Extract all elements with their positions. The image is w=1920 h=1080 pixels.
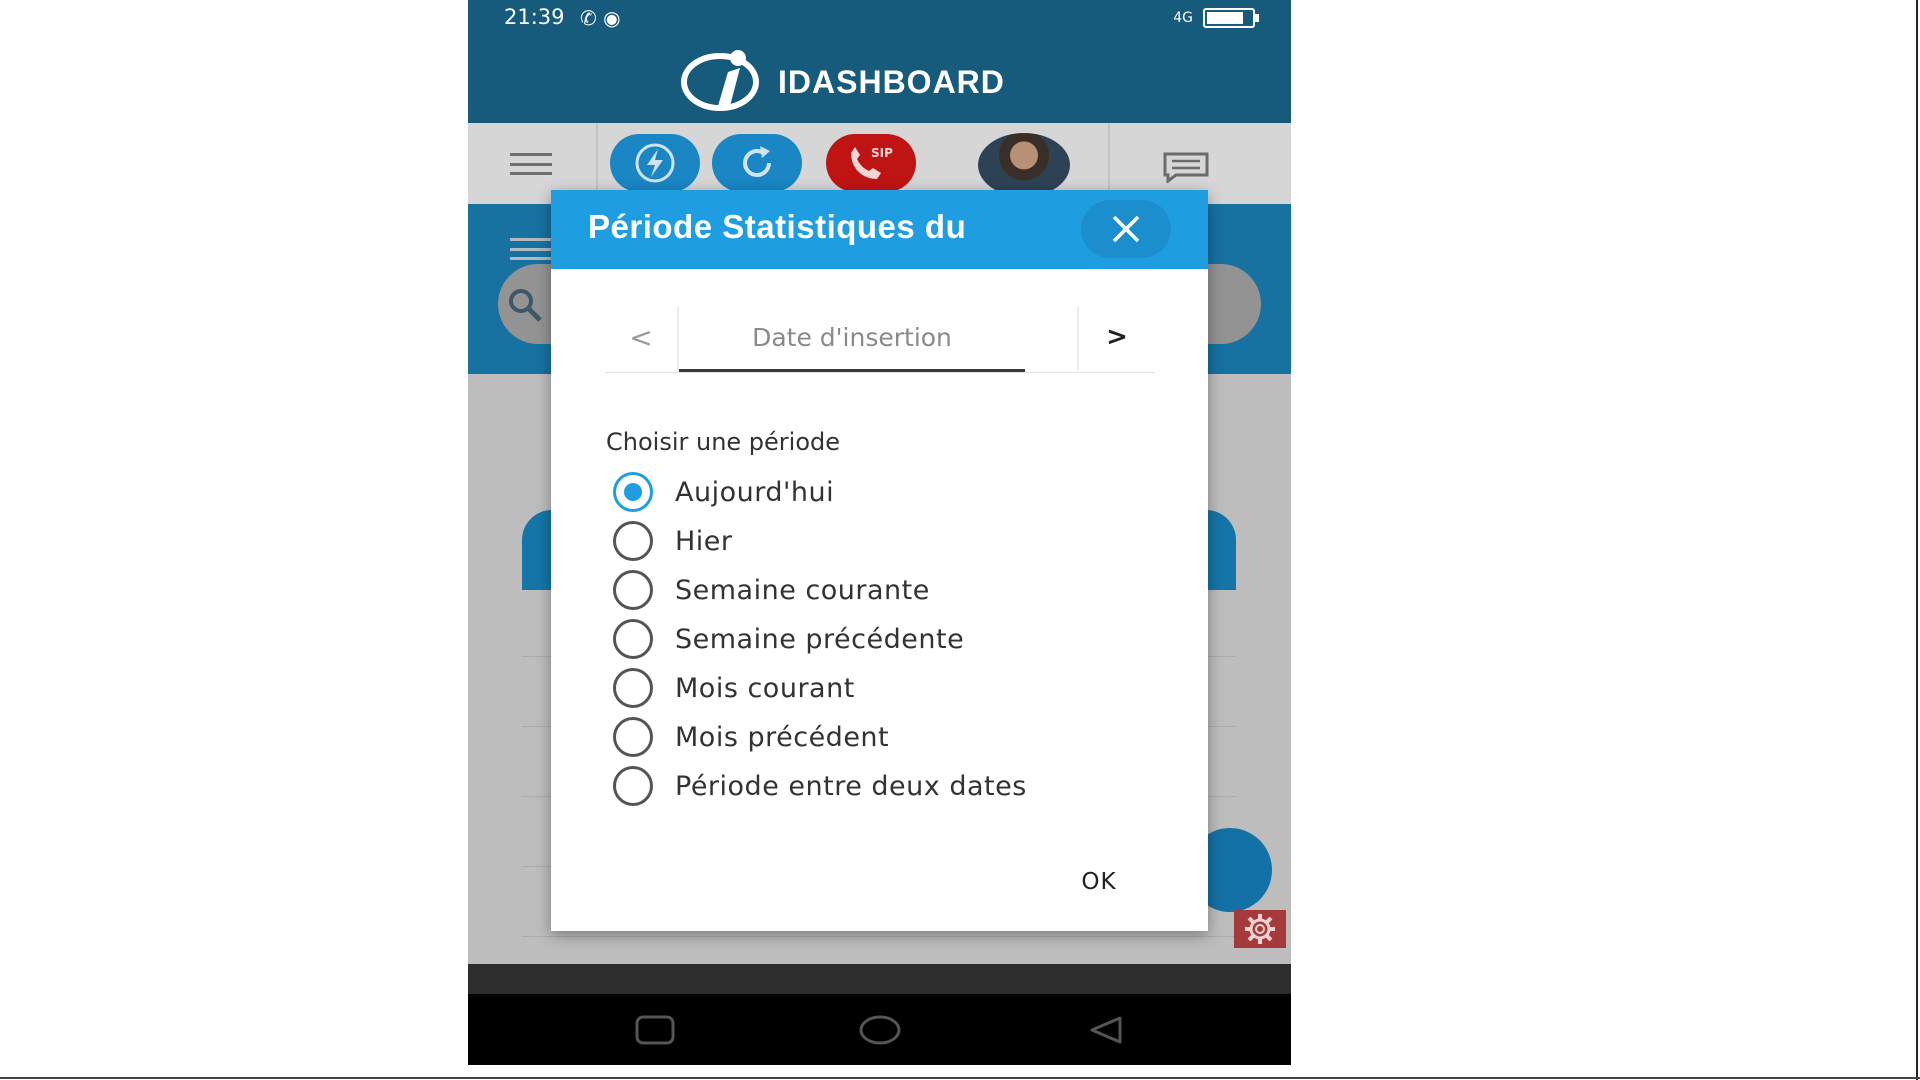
tab-active-indicator (679, 369, 1025, 372)
radio-button[interactable] (613, 717, 653, 757)
option-yesterday[interactable]: Hier (613, 519, 1153, 563)
refresh-icon (743, 146, 771, 177)
radio-button[interactable] (613, 668, 653, 708)
dialog-header: Période Statistiques du (551, 190, 1208, 269)
period-dialog: Période Statistiques du < Date d'inserti… (551, 190, 1208, 931)
option-today[interactable]: Aujourd'hui (613, 470, 1153, 514)
flash-icon (635, 143, 675, 183)
sip-phone-icon: SIP (851, 146, 893, 179)
radio-button[interactable] (613, 521, 653, 561)
logo-icon (681, 50, 759, 111)
gear-icon (1234, 910, 1286, 948)
right-border (1916, 0, 1918, 1080)
app-header: 21:39 ✆ ◉ 4G IDASHBOARD (468, 0, 1291, 123)
status-right: 4G (1173, 8, 1259, 28)
tab-next-button[interactable]: > (1079, 302, 1155, 372)
user-avatar[interactable] (978, 133, 1070, 197)
close-icon (1112, 215, 1140, 243)
period-label: Choisir une période (606, 428, 841, 456)
filter-menu-icon (510, 238, 552, 260)
back-icon[interactable] (1086, 1014, 1126, 1046)
option-label: Période entre deux dates (675, 770, 1027, 802)
option-previous-month[interactable]: Mois précédent (613, 715, 1153, 759)
flash-button[interactable] (610, 134, 700, 192)
option-label: Hier (675, 525, 733, 557)
tab-date-insertion[interactable]: Date d'insertion (679, 302, 1025, 372)
option-previous-week[interactable]: Semaine précédente (613, 617, 1153, 661)
radio-button[interactable] (613, 570, 653, 610)
tab-prev-button[interactable]: < (605, 302, 677, 372)
sip-call-button[interactable]: SIP (826, 134, 916, 192)
system-navigation-bar (468, 994, 1291, 1065)
date-type-tabs: < Date d'insertion > (605, 302, 1155, 373)
option-label: Mois courant (675, 672, 855, 704)
option-label: Semaine courante (675, 574, 930, 606)
radio-button[interactable] (613, 619, 653, 659)
dialog-title: Période Statistiques du (588, 208, 967, 245)
refresh-button[interactable] (712, 134, 802, 192)
sip-label: SIP (871, 146, 893, 160)
close-button[interactable] (1081, 200, 1171, 258)
option-label: Semaine précédente (675, 623, 965, 655)
option-current-month[interactable]: Mois courant (613, 666, 1153, 710)
option-label: Aujourd'hui (675, 476, 835, 508)
brand: IDASHBOARD (678, 48, 1005, 116)
bottom-bar (468, 964, 1291, 994)
battery-icon (1203, 8, 1259, 28)
status-time: 21:39 (504, 5, 565, 29)
recent-apps-icon[interactable] (634, 1014, 676, 1046)
menu-icon[interactable] (510, 153, 552, 175)
phone-screen: 21:39 ✆ ◉ 4G IDASHBOARD SIP Période Stat… (468, 0, 1291, 1065)
bottom-border (0, 1077, 1920, 1079)
brand-name: IDASHBOARD (778, 63, 1005, 100)
search-icon (509, 289, 542, 322)
option-date-range[interactable]: Période entre deux dates (613, 764, 1153, 808)
ok-button[interactable]: OK (1051, 860, 1147, 904)
home-icon[interactable] (858, 1014, 902, 1046)
option-current-week[interactable]: Semaine courante (613, 568, 1153, 612)
option-label: Mois précédent (675, 721, 890, 753)
radio-button[interactable] (613, 472, 653, 512)
call-and-messenger-icon: ✆ ◉ (580, 6, 621, 30)
radio-button[interactable] (613, 766, 653, 806)
signal-icon: 4G (1173, 10, 1193, 26)
chat-icon[interactable] (1162, 151, 1210, 183)
